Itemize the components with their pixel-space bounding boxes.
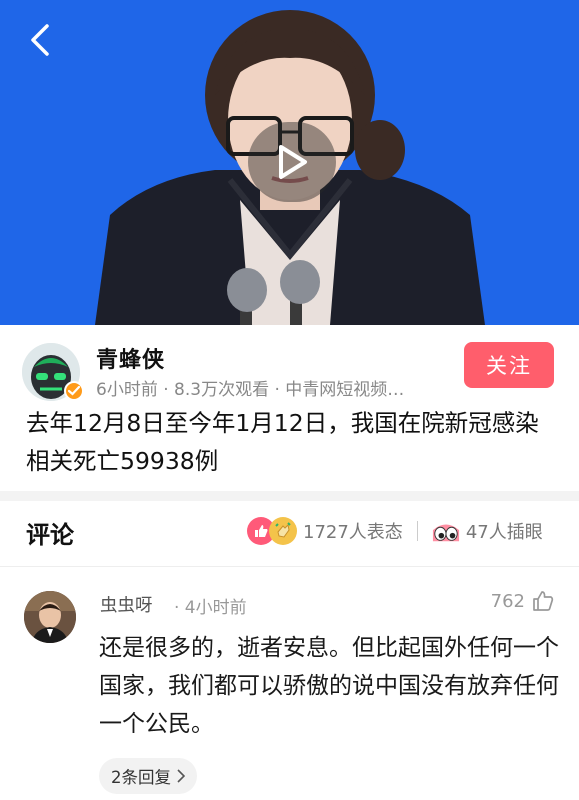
reaction-count: 1727人表态 <box>303 522 403 543</box>
check-icon <box>68 386 80 396</box>
author-avatar[interactable] <box>22 343 84 403</box>
commenter-avatar[interactable] <box>24 591 76 643</box>
author-row: 青蜂侠 6小时前 · 8.3万次观看 · 中青网短视频… 关注 <box>0 325 579 403</box>
separator <box>416 521 418 541</box>
clapping-reaction-icon <box>269 517 297 545</box>
comment-item: 虫虫呀 · 4小时前 762 还是很多的，逝者安息。但比起国外任何一个国家，我们… <box>0 567 579 800</box>
replies-label: 2条回复 <box>111 768 171 787</box>
play-button[interactable] <box>248 122 336 202</box>
poke-count: 47人插眼 <box>465 522 543 543</box>
comments-header: 评论 1727人表态 47人插眼 <box>0 501 579 561</box>
author-name[interactable]: 青蜂侠 <box>96 342 165 374</box>
peeking-eyes-icon <box>431 517 460 545</box>
commenter-name[interactable]: 虫虫呀 <box>100 592 153 617</box>
thumbs-up-icon <box>533 591 554 611</box>
avatar <box>24 591 76 643</box>
comment-like-button[interactable]: 762 <box>491 589 555 613</box>
reactions-summary[interactable]: 1727人表态 47人插眼 <box>247 516 543 546</box>
chevron-right-icon <box>177 769 185 783</box>
comment-time: · 4小时前 <box>174 598 247 618</box>
section-divider <box>0 491 579 501</box>
author-meta: 6小时前 · 8.3万次观看 · 中青网短视频… <box>96 380 405 400</box>
post-title: 去年12月8日至今年1月12日，我国在院新冠感染相关死亡59938例 <box>26 409 539 475</box>
comment-text: 还是很多的，逝者安息。但比起国外任何一个国家，我们都可以骄傲的说中国没有放弃任何… <box>99 635 559 737</box>
follow-button[interactable]: 关注 <box>464 342 554 388</box>
view-replies-button[interactable]: 2条回复 <box>99 758 197 794</box>
play-icon <box>279 145 307 179</box>
chevron-left-icon <box>31 24 49 56</box>
back-button[interactable] <box>20 18 60 62</box>
comments-title: 评论 <box>26 521 74 549</box>
video-player[interactable] <box>0 0 579 325</box>
verified-badge <box>64 381 84 401</box>
comment-like-count: 762 <box>490 590 525 612</box>
